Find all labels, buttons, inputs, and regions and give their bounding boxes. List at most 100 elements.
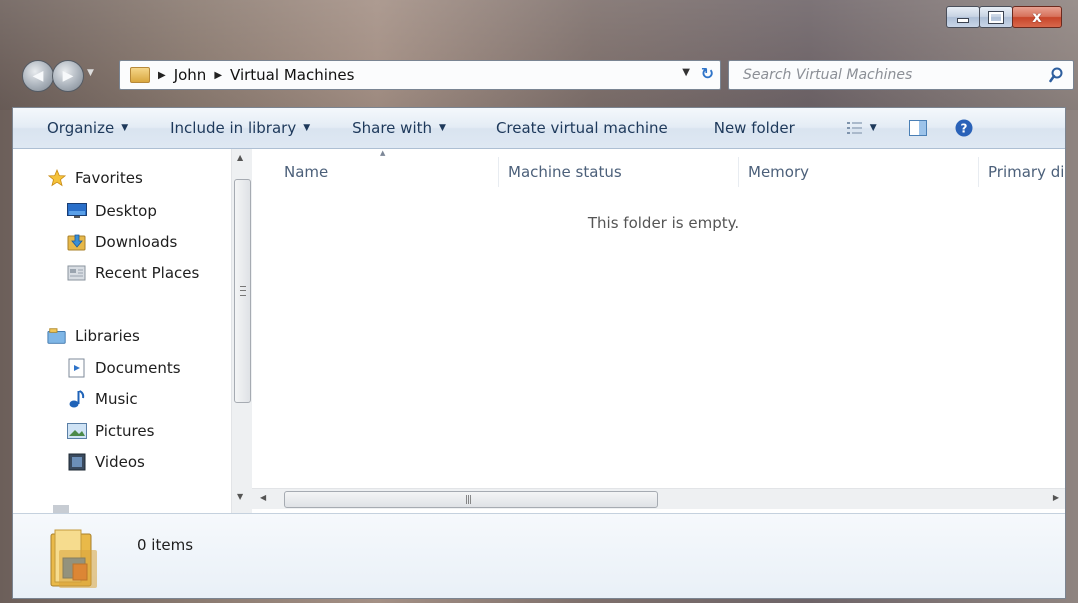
- column-header-memory[interactable]: Memory: [748, 163, 809, 181]
- file-list-horizontal-scrollbar[interactable]: ◀ ||| ▶: [252, 488, 1065, 509]
- preview-pane-icon: [908, 120, 927, 136]
- details-pane: 0 items: [13, 513, 1065, 598]
- column-divider[interactable]: [978, 157, 979, 187]
- help-button[interactable]: ?: [949, 113, 979, 143]
- forward-arrow-icon: ▶: [62, 68, 74, 84]
- sidebar-item-pictures[interactable]: Pictures: [67, 422, 154, 440]
- sidebar-item-label: Favorites: [75, 169, 143, 187]
- scroll-left-arrow-icon[interactable]: ◀: [260, 493, 266, 502]
- sidebar-item-label: Music: [95, 390, 138, 408]
- close-button[interactable]: x: [1012, 6, 1062, 28]
- sidebar-item-favorites[interactable]: Favorites: [47, 169, 143, 187]
- sidebar-item-videos[interactable]: Videos: [67, 453, 145, 471]
- breadcrumb-virtual-machines[interactable]: Virtual Machines: [230, 66, 354, 84]
- include-in-library-label: Include in library: [170, 119, 297, 137]
- navigation-pane: Favorites Desktop Downloads Recent Place…: [13, 149, 231, 513]
- file-list: Name ▲ Machine status Memory Primary dis…: [252, 149, 1065, 513]
- empty-folder-message: This folder is empty.: [587, 214, 740, 232]
- share-with-menu[interactable]: Share with ▼: [346, 113, 452, 143]
- view-details-icon: [846, 122, 862, 134]
- desktop-icon: [67, 202, 87, 220]
- maximize-button[interactable]: [979, 6, 1013, 28]
- scroll-down-arrow-icon[interactable]: ▼: [237, 492, 243, 501]
- create-virtual-machine-button[interactable]: Create virtual machine: [490, 113, 674, 143]
- folder-icon: [130, 67, 150, 83]
- music-icon: [67, 390, 87, 408]
- computer-icon: [53, 505, 69, 513]
- navigation-bar: ◀ ▶ ▼ ▶ John ▶ Virtual Machines ▼ ↻: [22, 58, 1078, 92]
- organize-label: Organize: [47, 119, 115, 137]
- new-folder-button[interactable]: New folder: [708, 113, 801, 143]
- organize-menu[interactable]: Organize ▼: [41, 113, 134, 143]
- svg-text:?: ?: [960, 122, 967, 136]
- share-with-label: Share with: [352, 119, 433, 137]
- column-label: Memory: [748, 163, 810, 181]
- column-header-primary-disk[interactable]: Primary dis: [988, 163, 1065, 181]
- breadcrumb-separator-icon[interactable]: ▶: [214, 70, 222, 81]
- recent-pages-dropdown[interactable]: ▼: [87, 68, 94, 78]
- sidebar-item-documents[interactable]: Documents: [67, 358, 181, 378]
- scrollbar-thumb[interactable]: |||: [284, 491, 658, 508]
- recent-places-icon: [67, 264, 87, 282]
- column-divider[interactable]: [498, 157, 499, 187]
- explorer-client-area: Organize ▼ Include in library ▼ Share with…: [12, 107, 1066, 599]
- star-icon: [47, 169, 67, 187]
- scroll-right-arrow-icon[interactable]: ▶: [1053, 493, 1059, 502]
- column-label: Name: [284, 163, 329, 181]
- title-bar: [0, 0, 1078, 110]
- videos-icon: [67, 453, 87, 471]
- sidebar-item-downloads[interactable]: Downloads: [67, 233, 177, 251]
- explorer-window: x ◀ ▶ ▼ ▶ John ▶ Virtual Machines ▼ ↻ Or…: [0, 0, 1078, 603]
- window-controls: x: [946, 6, 1062, 28]
- chevron-down-icon: ▼: [439, 123, 446, 133]
- preview-pane-button[interactable]: [903, 113, 933, 143]
- scrollbar-thumb[interactable]: [234, 179, 251, 403]
- back-arrow-icon: ◀: [32, 68, 44, 84]
- minimize-icon: [957, 18, 969, 23]
- include-in-library-menu[interactable]: Include in library ▼: [164, 113, 316, 143]
- sidebar-item-label: Downloads: [95, 233, 178, 251]
- sidebar-item-music[interactable]: Music: [67, 390, 138, 408]
- scroll-grip-icon: |||: [465, 495, 472, 505]
- new-folder-label: New folder: [713, 119, 795, 137]
- change-view-button[interactable]: ▼: [841, 113, 883, 143]
- search-input[interactable]: [741, 66, 1045, 84]
- documents-icon: [67, 358, 87, 378]
- sidebar-item-label: Pictures: [95, 422, 155, 440]
- navigation-pane-scrollbar[interactable]: ▲ ▼: [231, 149, 252, 513]
- column-label: Machine status: [508, 163, 622, 181]
- refresh-icon[interactable]: ↻: [701, 64, 714, 83]
- address-bar[interactable]: ▶ John ▶ Virtual Machines ▼ ↻: [119, 60, 721, 90]
- sidebar-item-libraries[interactable]: Libraries: [47, 327, 140, 345]
- forward-button[interactable]: ▶: [52, 60, 84, 92]
- maximize-icon: [988, 10, 1004, 24]
- minimize-button[interactable]: [946, 6, 980, 28]
- sidebar-item-label: Recent Places: [95, 264, 200, 282]
- column-label: Primary dis: [988, 163, 1065, 181]
- sidebar-item-recent-places[interactable]: Recent Places: [67, 264, 199, 282]
- close-icon: x: [1032, 8, 1042, 26]
- scroll-up-arrow-icon[interactable]: ▲: [237, 153, 243, 162]
- sidebar-item-label: Videos: [95, 453, 145, 471]
- scroll-grip-icon: [240, 286, 246, 296]
- column-header-machine-status[interactable]: Machine status: [508, 163, 622, 181]
- sort-ascending-icon: ▲: [380, 149, 386, 157]
- libraries-icon: [47, 327, 67, 345]
- back-button[interactable]: ◀: [22, 60, 54, 92]
- address-dropdown-icon[interactable]: ▼: [682, 67, 690, 78]
- chevron-down-icon: ▼: [869, 123, 877, 133]
- breadcrumb-john[interactable]: John: [174, 66, 207, 84]
- column-header-name[interactable]: Name: [284, 163, 328, 181]
- help-icon: ?: [955, 119, 973, 137]
- folder-icon: [49, 528, 99, 594]
- pictures-icon: [67, 422, 87, 440]
- search-box[interactable]: [728, 60, 1074, 90]
- search-icon[interactable]: [1045, 67, 1067, 83]
- downloads-icon: [67, 233, 87, 251]
- breadcrumb-separator-icon[interactable]: ▶: [158, 70, 166, 81]
- sidebar-item-desktop[interactable]: Desktop: [67, 202, 157, 220]
- chevron-down-icon: ▼: [303, 123, 311, 133]
- sidebar-item-label: Libraries: [75, 327, 140, 345]
- column-divider[interactable]: [738, 157, 739, 187]
- item-count: 0 items: [137, 536, 194, 554]
